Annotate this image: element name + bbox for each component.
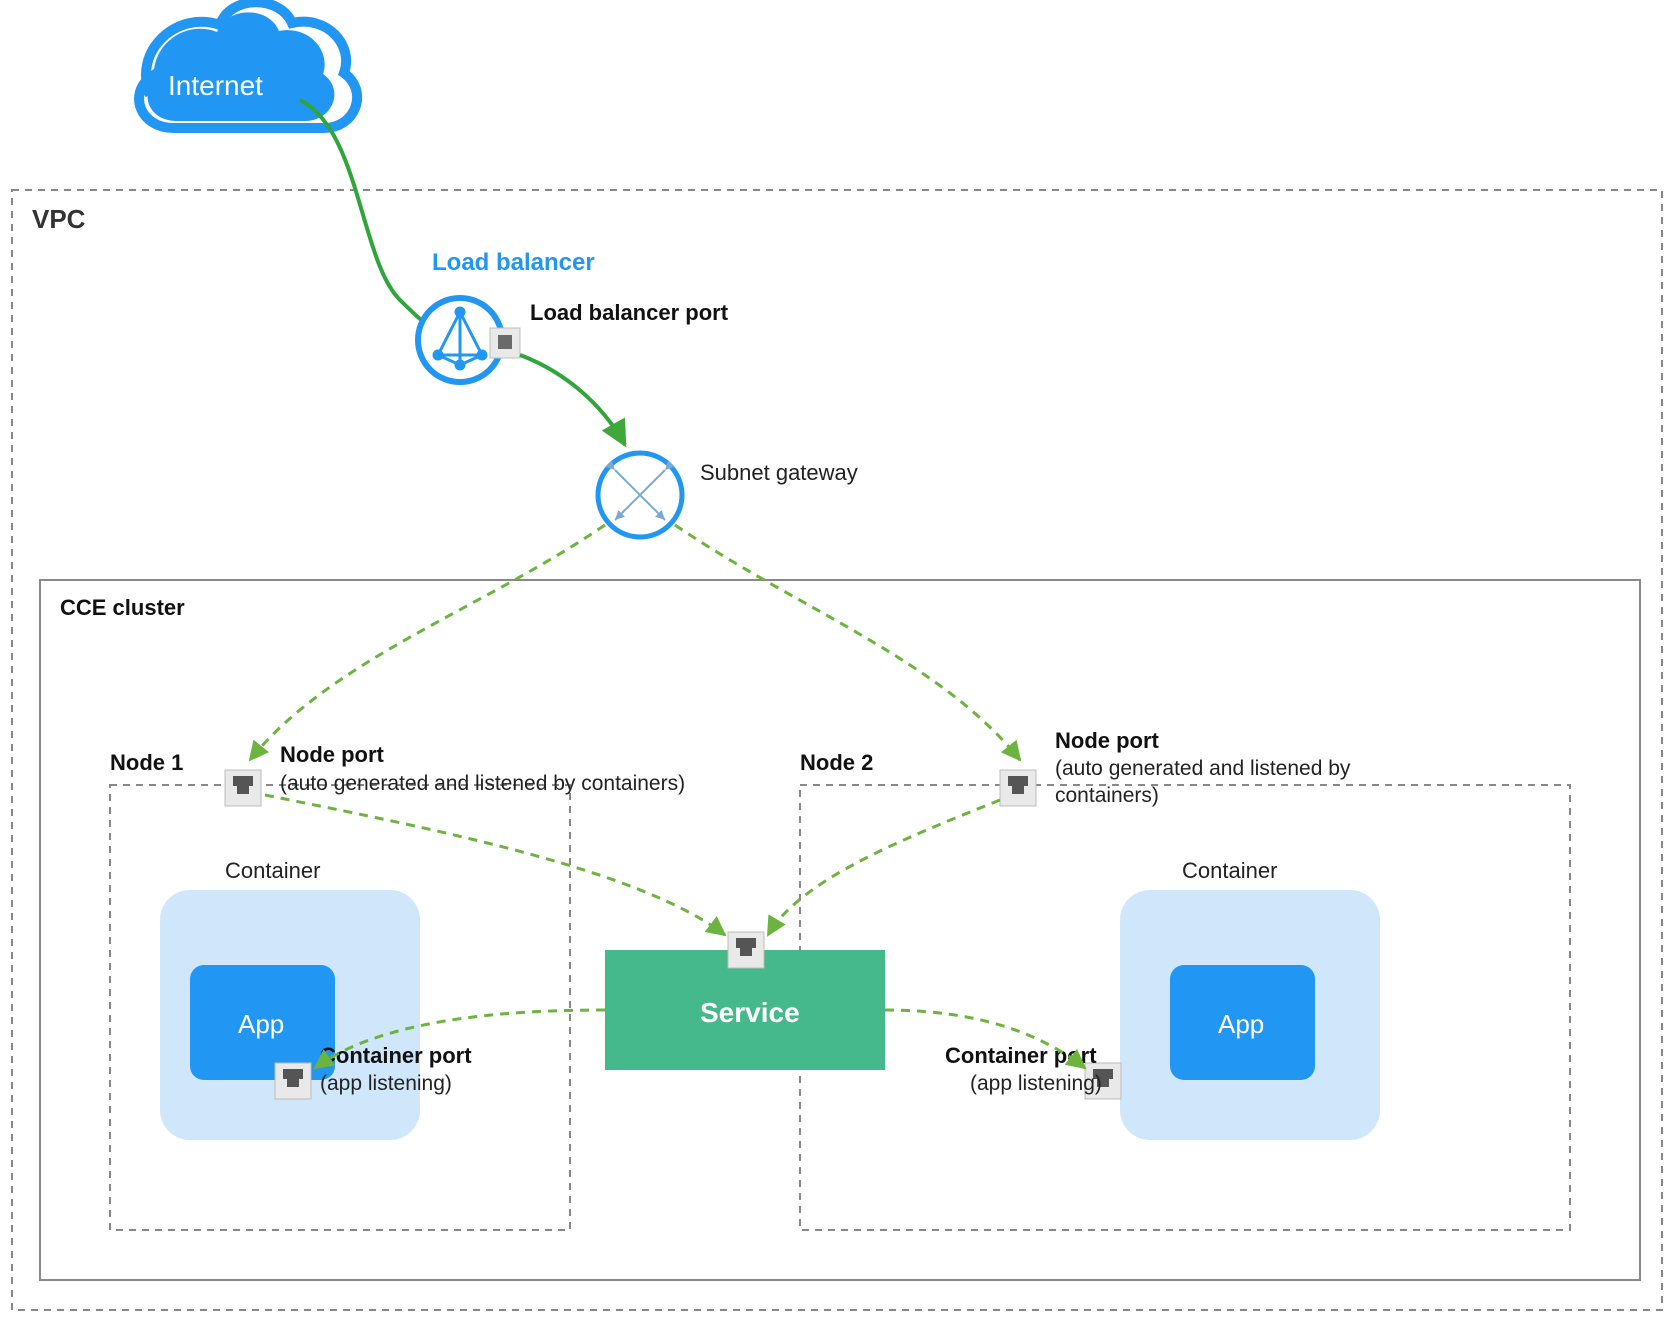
node2-container-title: Container xyxy=(1182,858,1277,883)
node2-port-hint2: containers) xyxy=(1055,784,1159,807)
gateway-label: Subnet gateway xyxy=(700,460,858,485)
node2-port-label: Node port xyxy=(1055,728,1160,753)
service-port-icon xyxy=(728,932,764,968)
node1-container-port-icon xyxy=(275,1063,311,1099)
node2-port-hint1: (auto generated and listened by xyxy=(1055,757,1351,780)
service-box: Service xyxy=(605,932,885,1070)
edge-internet-to-lb xyxy=(300,100,446,334)
node2-app-label: App xyxy=(1218,1009,1264,1039)
edge-node2port-to-service xyxy=(768,800,1000,935)
node2-cport-label: Container port xyxy=(945,1043,1097,1068)
node1-port-icon xyxy=(225,770,261,806)
lb-port-icon xyxy=(490,328,520,358)
node1-port-label: Node port xyxy=(280,742,385,767)
node2-title: Node 2 xyxy=(800,750,873,775)
load-balancer: Load balancer Load balancer port xyxy=(418,249,729,382)
node1-port-hint: (auto generated and listened by containe… xyxy=(280,772,685,795)
edge-gateway-to-node1 xyxy=(250,525,605,760)
service-label: Service xyxy=(700,997,800,1028)
internet-cloud: Internet xyxy=(139,2,357,128)
subnet-gateway: Subnet gateway xyxy=(598,453,858,537)
node1-container-title: Container xyxy=(225,858,320,883)
vpc-title: VPC xyxy=(32,204,86,234)
lb-title: Load balancer xyxy=(432,249,595,276)
node2-cport-hint: (app listening) xyxy=(970,1072,1102,1095)
internet-label: Internet xyxy=(168,70,263,101)
node-2: Node 2 Node port (auto generated and lis… xyxy=(800,728,1570,1230)
cluster-title: CCE cluster xyxy=(60,595,185,620)
edge-lb-to-gateway xyxy=(520,355,625,445)
node2-port-icon xyxy=(1000,770,1036,806)
lb-port-label: Load balancer port xyxy=(530,300,729,325)
node1-cport-hint: (app listening) xyxy=(320,1072,452,1095)
edge-gateway-to-node2 xyxy=(675,525,1020,760)
node1-title: Node 1 xyxy=(110,750,183,775)
node1-app-label: App xyxy=(238,1009,284,1039)
node1-cport-label: Container port xyxy=(320,1043,472,1068)
node-1: Node 1 Node port (auto generated and lis… xyxy=(110,742,685,1230)
